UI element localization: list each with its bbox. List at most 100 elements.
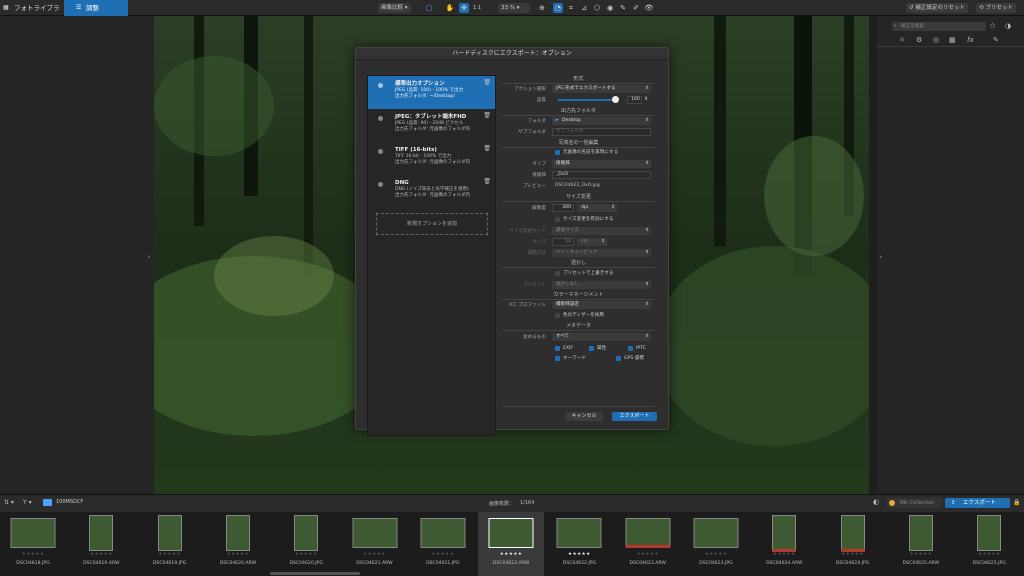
rating-stars[interactable]: ★★★★★ — [615, 552, 681, 557]
rating-stars[interactable]: ★★★★★ — [410, 552, 476, 557]
rating-stars[interactable]: ★★★★★ — [683, 552, 749, 557]
export-button[interactable]: エクスポート — [612, 412, 657, 421]
zoom-select[interactable]: 33 % ▾ — [498, 3, 530, 13]
zoom-in-icon[interactable]: ⊕ — [537, 3, 547, 13]
icc-select[interactable]: 撮影時設定 — [552, 301, 651, 309]
keep-name-checkbox[interactable]: 元画像の名前を再現にする — [555, 149, 618, 156]
dither-checkbox[interactable]: 色のディザーを採用 — [555, 312, 604, 319]
color-icon[interactable]: ⚙ — [916, 36, 922, 44]
toggle-icon[interactable]: ◑ — [1005, 22, 1011, 30]
size-unit-select[interactable]: cm — [577, 238, 607, 246]
export-button-main[interactable]: ⇪ エクスポート — [945, 498, 1010, 508]
type-select[interactable]: 接尾辞 — [552, 160, 651, 168]
preview-icon[interactable]: ◔ — [553, 3, 563, 13]
lock-icon[interactable]: 🔒 — [1013, 499, 1020, 506]
detail-icon[interactable]: ◎ — [933, 36, 939, 44]
repair-icon[interactable]: ✎ — [618, 3, 628, 13]
watermark-preset-select[interactable]: 透かしなし — [552, 281, 651, 289]
preset-item[interactable]: JPEG：タブレット端末FHD JPEG (品質: 90) - 2048 ピクセ… — [368, 109, 495, 142]
folder-name[interactable]: 100MSDCF — [56, 499, 83, 505]
suffix-input[interactable]: _DxO — [552, 171, 651, 179]
straighten-icon[interactable]: ⊿ — [579, 3, 589, 13]
rating-stars[interactable]: ★★★★★ — [820, 552, 886, 557]
preset-item[interactable]: DNG DNG (ノイズ除去と光学補正を適用) 出力先フォルダ: 元画像のフォル… — [368, 175, 495, 208]
filmstrip-thumbnail[interactable]: ★★★★★ DSC04620.JPG — [273, 512, 339, 576]
resize-mode-select[interactable]: 最長サイズ — [552, 227, 651, 235]
compare-button[interactable]: 画像比較 ▾ — [378, 3, 411, 13]
local-adjust-icon[interactable]: ✐ — [631, 3, 641, 13]
keywords-checkbox[interactable]: キーワード — [555, 355, 586, 362]
resize-checkbox[interactable]: サイズ変更を有効にする — [555, 216, 613, 223]
collapse-left-icon[interactable]: ◂ — [147, 254, 150, 260]
interpolation-select[interactable]: バイ・キュービック — [552, 249, 651, 257]
filter-icon[interactable]: Y ▾ — [23, 499, 32, 506]
rating-stars[interactable]: ★★★★★ — [888, 552, 954, 557]
resolution-input[interactable]: 300 — [552, 204, 574, 212]
rating-stars[interactable]: ★★★★★ — [956, 552, 1022, 557]
preset-item[interactable]: 標準出力オプション JPEG (品質: 100) - 100% で出力 出力先フ… — [368, 76, 495, 109]
tab-customize[interactable]: ☰ 調整 — [64, 0, 128, 16]
action-select[interactable]: JPG 形式でエクスポートする — [552, 85, 651, 93]
add-option-button[interactable]: 新規オプションを追加 — [376, 213, 488, 235]
perspective-icon[interactable]: ⬠ — [592, 3, 602, 13]
cancel-button[interactable]: キャンセル — [565, 412, 603, 421]
filmstrip-thumbnail[interactable]: ★★★★★ DSC04623.ARW — [615, 512, 681, 576]
filmstrip-thumbnail[interactable]: ★★★★★ DSC04624.JPG — [820, 512, 886, 576]
quality-value[interactable]: 100 — [627, 96, 642, 104]
rating-stars[interactable]: ★★★★★ — [342, 552, 408, 557]
eye-icon[interactable]: 👁 — [644, 3, 654, 13]
filmstrip-scrollbar[interactable] — [270, 572, 360, 575]
filmstrip-thumbnail[interactable]: ★★★★★ DSC04623.JPG — [683, 512, 749, 576]
filmstrip-thumbnail[interactable]: ★★★★★ DSC04618.JPG — [0, 512, 66, 576]
trash-icon[interactable]: 🗑 — [483, 178, 491, 185]
hand-tool-icon[interactable]: ✋ — [445, 3, 455, 13]
subfolder-input[interactable]: サブフォルダ — [552, 128, 651, 136]
size-input[interactable]: 12 — [552, 238, 574, 246]
trash-icon[interactable]: 🗑 — [483, 145, 491, 152]
single-view-icon[interactable]: ▢ — [424, 3, 434, 13]
rating-stars[interactable]: ★★★★★ — [546, 552, 612, 557]
filmstrip-thumbnail[interactable]: ★★★★★ DSC04619.ARW — [68, 512, 134, 576]
exif-checkbox[interactable]: EXIF — [555, 345, 573, 352]
fit-icon[interactable]: ✥ — [459, 3, 469, 13]
rating-stars[interactable]: ★★★★★ — [751, 552, 817, 557]
filmstrip-thumbnail[interactable]: ★★★★★ DSC04625.JPG — [956, 512, 1022, 576]
filmstrip-thumbnail[interactable]: ★★★★★ DSC04622.ARW — [478, 512, 545, 576]
star-icon[interactable]: ☆ — [989, 21, 996, 30]
filmstrip-thumbnail[interactable]: ★★★★★ DSC04621.JPG — [410, 512, 476, 576]
sort-icon[interactable]: ⇅ ▾ — [4, 499, 14, 506]
preset-item[interactable]: TIFF (16-bits) TIFF 16-bit - 100% で出力 出力… — [368, 142, 495, 175]
geometry-icon[interactable]: ▦ — [949, 36, 956, 44]
quality-slider[interactable] — [558, 99, 616, 101]
one-to-one-icon[interactable]: 1:1 — [472, 3, 482, 13]
tab-photo-library[interactable]: ▦ フォトライブラリ — [0, 0, 64, 28]
crop-icon[interactable]: ⌗ — [566, 3, 576, 13]
brush-icon[interactable]: ✎ — [993, 36, 999, 44]
filmstrip-thumbnail[interactable]: ★★★★★ DSC04620.ARW — [205, 512, 271, 576]
rating-stars[interactable]: ★★★★★ — [137, 552, 203, 557]
red-eye-icon[interactable]: ◉ — [605, 3, 615, 13]
rating-stars[interactable]: ★★★★★ — [68, 552, 134, 557]
rating-stars[interactable]: ★★★★★ — [0, 552, 66, 557]
filmstrip-thumbnail[interactable]: ★★★★★ DSC04625.ARW — [888, 512, 954, 576]
effects-icon[interactable]: fx — [967, 36, 974, 44]
compare-icon[interactable]: ◐ — [873, 498, 879, 506]
stepper-icon[interactable]: ⬍ — [644, 96, 648, 102]
filmstrip-thumbnail[interactable]: ★★★★★ DSC04619.JPG — [137, 512, 203, 576]
gps-checkbox[interactable]: GPS 座標 — [616, 355, 644, 362]
watermark-checkbox[interactable]: プリセットで上書きする — [555, 270, 614, 277]
trash-icon[interactable]: 🗑 — [483, 112, 491, 119]
resolution-unit-select[interactable]: dpi — [577, 204, 617, 212]
nik-collection-button[interactable]: Nik Collection — [886, 498, 942, 508]
quality-slider-knob[interactable] — [612, 96, 619, 103]
filmstrip-thumbnail[interactable]: ★★★★★ DSC04621.ARW — [342, 512, 408, 576]
folder-select[interactable]: ▰ Desktop — [552, 117, 651, 125]
filmstrip-thumbnail[interactable]: ★★★★★ DSC04624.ARW — [751, 512, 817, 576]
rating-stars[interactable]: ★★★★★ — [478, 552, 544, 557]
rating-stars[interactable]: ★★★★★ — [205, 552, 271, 557]
trash-icon[interactable]: 🗑 — [483, 79, 491, 86]
iptc-checkbox[interactable]: IPTC — [628, 345, 646, 352]
rating-stars[interactable]: ★★★★★ — [273, 552, 339, 557]
presets-button[interactable]: ⟲ プリセット — [976, 3, 1016, 13]
collapse-right-icon[interactable]: ▸ — [880, 254, 883, 260]
